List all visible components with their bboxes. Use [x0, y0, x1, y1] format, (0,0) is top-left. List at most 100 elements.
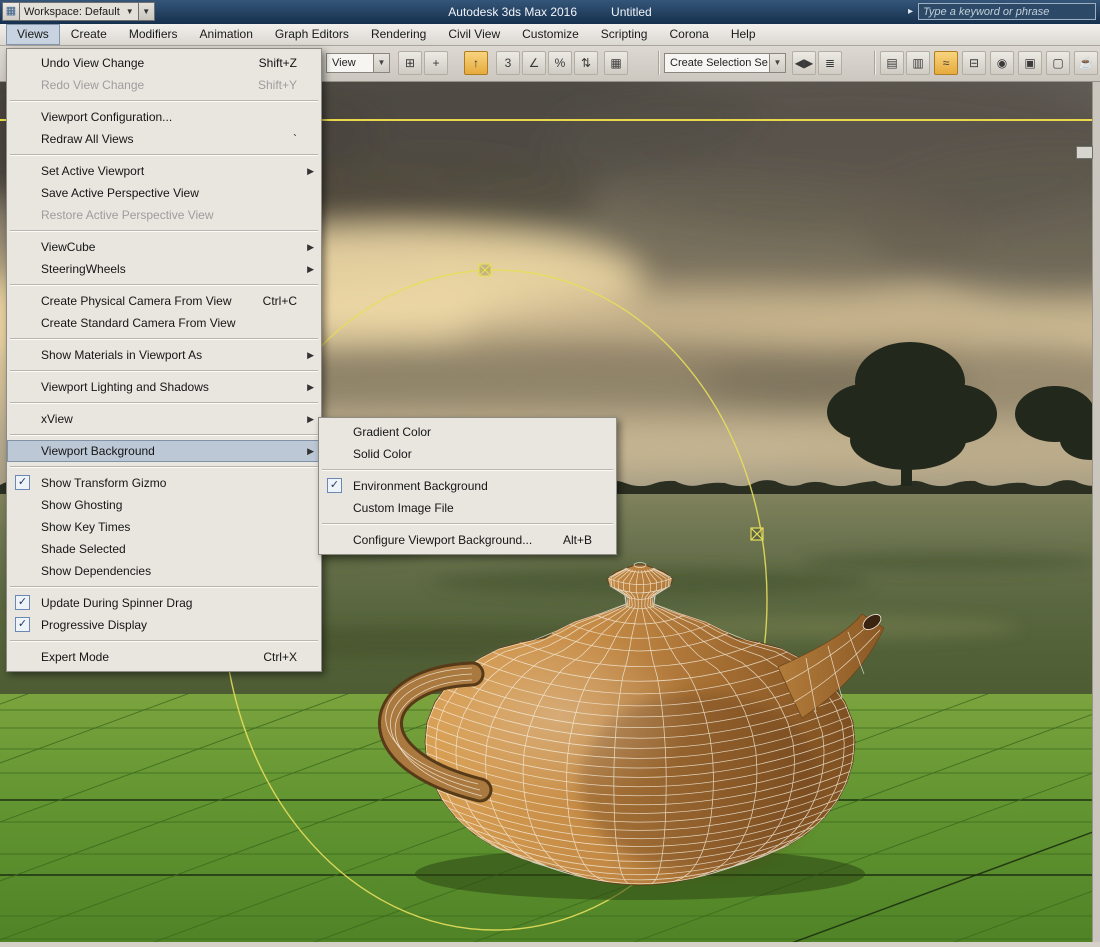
menubar-item-scripting[interactable]: Scripting: [590, 24, 659, 45]
menu-item[interactable]: Expert ModeCtrl+X: [7, 646, 321, 668]
workspace-dropdown-button[interactable]: ▼: [139, 2, 155, 21]
menu-item[interactable]: Set Active Viewport▶: [7, 160, 321, 182]
menu-item[interactable]: Undo View ChangeShift+Z: [7, 52, 321, 74]
menu-item-label: Custom Image File: [353, 501, 454, 515]
menu-separator: [10, 370, 318, 372]
workspace-combo[interactable]: Workspace: Default ▼: [20, 2, 139, 21]
checkmark-icon: ✓: [327, 478, 342, 493]
curve-editor-icon[interactable]: ≈: [934, 51, 958, 75]
menu-item[interactable]: ✓Environment Background: [319, 475, 616, 497]
menu-item[interactable]: Show Key Times: [7, 516, 321, 538]
menubar-item-modifiers[interactable]: Modifiers: [118, 24, 189, 45]
menu-item-shortcut: Alt+B: [563, 529, 592, 551]
menubar-item-create[interactable]: Create: [60, 24, 118, 45]
menu-item[interactable]: Show Dependencies: [7, 560, 321, 582]
menu-item[interactable]: xView▶: [7, 408, 321, 430]
menu-item-label: Viewport Background: [41, 444, 155, 458]
menu-item[interactable]: Gradient Color: [319, 421, 616, 443]
submenu-arrow-icon: ▶: [307, 376, 314, 398]
menubar-item-graph-editors[interactable]: Graph Editors: [264, 24, 360, 45]
layer-manager-icon[interactable]: ▤: [880, 51, 904, 75]
menu-item-label: Progressive Display: [41, 618, 147, 632]
menu-item[interactable]: Configure Viewport Background...Alt+B: [319, 529, 616, 551]
mirror-icon[interactable]: ◀▶: [792, 51, 816, 75]
angle-snap-icon[interactable]: ∠: [522, 51, 546, 75]
menu-item-label: Viewport Lighting and Shadows: [41, 380, 209, 394]
menu-item-label: Show Ghosting: [41, 498, 122, 512]
material-editor-icon[interactable]: ◉: [990, 51, 1014, 75]
submenu-arrow-icon: ▶: [307, 236, 314, 258]
document-title: Untitled: [611, 5, 652, 19]
menu-separator: [322, 469, 613, 471]
use-center-icon[interactable]: ⊞: [398, 51, 422, 75]
menu-item-label: Show Transform Gizmo: [41, 476, 166, 490]
command-panel-strip[interactable]: [1092, 82, 1100, 942]
keyboard-shortcut-override-icon[interactable]: ↑: [464, 51, 488, 75]
menu-item-label: Shade Selected: [41, 542, 126, 556]
menu-item[interactable]: ✓ Progressive Display: [7, 614, 321, 636]
spinner-snap-icon[interactable]: ⇅: [574, 51, 598, 75]
menubar-item-customize[interactable]: Customize: [511, 24, 590, 45]
menu-item[interactable]: Viewport Lighting and Shadows ▶: [7, 376, 321, 398]
menu-item[interactable]: Restore Active Perspective View: [7, 204, 321, 226]
percent-snap-icon[interactable]: %: [548, 51, 572, 75]
menu-item[interactable]: SteeringWheels▶: [7, 258, 321, 280]
menu-item[interactable]: Viewport Background▶: [7, 440, 321, 462]
snap-toggle-3d-icon[interactable]: 3: [496, 51, 520, 75]
menu-item[interactable]: Create Physical Camera From View Ctrl+C: [7, 290, 321, 312]
menu-item[interactable]: ✓ Show Transform Gizmo: [7, 472, 321, 494]
select-and-manipulate-icon[interactable]: +: [424, 51, 448, 75]
menu-item[interactable]: Show Materials in Viewport As▶: [7, 344, 321, 366]
chevron-down-icon: ▼: [373, 54, 389, 72]
reference-coordinate-combo[interactable]: View ▼: [326, 53, 390, 73]
menu-item-label: Viewport Configuration...: [41, 110, 172, 124]
menubar-item-civil-view[interactable]: Civil View: [437, 24, 511, 45]
app-menu-icon[interactable]: ▦: [2, 2, 20, 21]
menu-item[interactable]: ✓Update During Spinner Drag: [7, 592, 321, 614]
menubar-item-corona[interactable]: Corona: [658, 24, 719, 45]
menu-separator: [10, 402, 318, 404]
submenu-arrow-icon: ▶: [307, 258, 314, 280]
menu-separator: [10, 466, 318, 468]
menu-item[interactable]: Redo View ChangeShift+Y: [7, 74, 321, 96]
menu-item[interactable]: Show Ghosting: [7, 494, 321, 516]
render-production-icon[interactable]: ☕: [1074, 51, 1098, 75]
workspace-selector[interactable]: ▦ Workspace: Default ▼ ▼: [2, 2, 155, 21]
render-setup-icon[interactable]: ▣: [1018, 51, 1042, 75]
schematic-view-icon[interactable]: ⊟: [962, 51, 986, 75]
menubar-item-help[interactable]: Help: [720, 24, 767, 45]
edit-named-selection-sets-icon[interactable]: ▦: [604, 51, 628, 75]
checkmark-icon: ✓: [15, 475, 30, 490]
title-bar: ▦ Workspace: Default ▼ ▼ Autodesk 3ds Ma…: [0, 0, 1100, 24]
align-icon[interactable]: ≣: [818, 51, 842, 75]
menu-item[interactable]: Redraw All Views`: [7, 128, 321, 150]
menu-item-label: Gradient Color: [353, 425, 431, 439]
checkmark-icon: ✓: [15, 617, 30, 632]
menu-item[interactable]: Solid Color: [319, 443, 616, 465]
graphite-ribbon-icon[interactable]: ▥: [906, 51, 930, 75]
menu-item[interactable]: Save Active Perspective View: [7, 182, 321, 204]
menu-item-label: ViewCube: [41, 240, 95, 254]
chevron-down-icon: ▼: [769, 54, 785, 72]
viewport-tab-widget[interactable]: [1076, 146, 1093, 159]
named-selection-set-combo[interactable]: Create Selection Se ▼: [664, 53, 786, 73]
menu-item[interactable]: ViewCube ▶: [7, 236, 321, 258]
menu-item[interactable]: Create Standard Camera From View: [7, 312, 321, 334]
menu-item[interactable]: Custom Image File: [319, 497, 616, 519]
submenu-arrow-icon: ▶: [307, 344, 314, 366]
menubar-item-views[interactable]: Views: [6, 24, 60, 45]
checkmark-icon: ✓: [15, 595, 30, 610]
menu-item[interactable]: Viewport Configuration...: [7, 106, 321, 128]
menubar-item-rendering[interactable]: Rendering: [360, 24, 437, 45]
menu-item-label: Create Physical Camera From View: [41, 294, 232, 308]
keyword-search-input[interactable]: [918, 3, 1096, 20]
rendered-frame-window-icon[interactable]: ▢: [1046, 51, 1070, 75]
app-title: Autodesk 3ds Max 2016: [448, 5, 577, 19]
menu-separator: [10, 230, 318, 232]
menubar-item-animation[interactable]: Animation: [189, 24, 264, 45]
menu-item[interactable]: Shade Selected: [7, 538, 321, 560]
search-collapse-icon[interactable]: ▸: [908, 6, 913, 17]
menu-item-label: Redo View Change: [41, 78, 144, 92]
menu-item-shortcut: Ctrl+C: [263, 290, 297, 312]
menu-item-shortcut: `: [293, 128, 297, 150]
